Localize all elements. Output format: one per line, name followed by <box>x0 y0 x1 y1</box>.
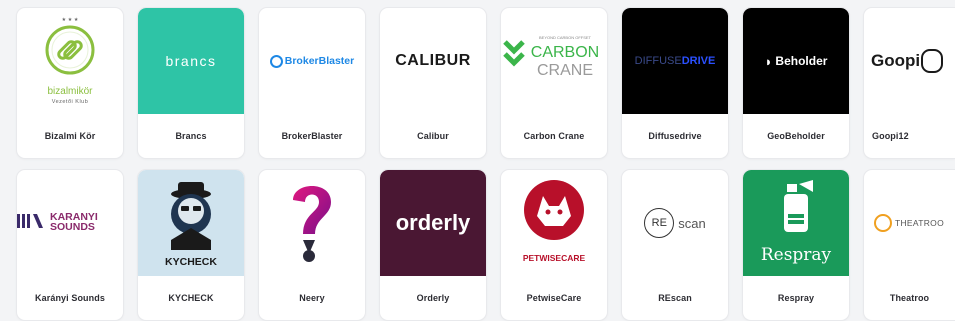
target-icon <box>269 54 283 68</box>
brokerblaster-logo-text: BrokerBlaster <box>284 55 355 67</box>
partner-name: Respray <box>777 293 815 303</box>
rescan-logo-text-a: RE <box>644 208 675 238</box>
diffusedrive-logo-text-a: DIFFUSE <box>634 55 682 67</box>
brancs-logo: brancs <box>138 8 244 114</box>
partner-name: Neery <box>299 293 325 303</box>
carbon-crane-text-bottom: CRANE <box>537 62 593 79</box>
partner-name: Bizalmi Kör <box>44 131 96 141</box>
partner-logo-grid: ★ ★ ★ bizalmikör Vezetői Klub Bizalmi Kö… <box>0 0 955 321</box>
carbon-crane-logo: BEYOND CARBON OFFSET CARBON CRANE <box>501 8 607 114</box>
partner-name: BrokerBlaster <box>281 131 343 141</box>
goopi12-logo-text: Goopi <box>871 51 921 70</box>
respray-logo: Respray <box>743 170 849 276</box>
partner-card-theatroo[interactable]: THEATROO Theatroo <box>864 170 955 320</box>
diffusedrive-logo: DIFFUSE DRIVE <box>622 8 728 114</box>
kycheck-logo-text: KYCHECK <box>165 256 217 268</box>
partner-card-goopi12[interactable]: Goopi Goopi12 <box>864 8 955 158</box>
partner-card-rescan[interactable]: RE scan REscan <box>622 170 728 320</box>
partner-card-diffusedrive[interactable]: DIFFUSE DRIVE Diffusedrive <box>622 8 728 158</box>
bizalmi-kor-logo: ★ ★ ★ bizalmikör Vezetői Klub <box>17 8 123 114</box>
bizalmi-kor-logo-subtext: Vezetői Klub <box>52 99 89 105</box>
partner-name: Calibur <box>417 131 449 141</box>
partner-name: Theatroo <box>889 293 930 303</box>
respray-logo-text: Respray <box>761 245 832 265</box>
partner-card-orderly[interactable]: orderly Orderly <box>380 170 486 320</box>
goopi12-logo: Goopi <box>864 8 955 114</box>
carbon-crane-text-top: CARBON <box>531 44 599 61</box>
rescan-logo-text-b: scan <box>678 215 706 231</box>
partner-card-calibur[interactable]: CALIBUR Calibur <box>380 8 486 158</box>
partner-card-brancs[interactable]: brancs Brancs <box>138 8 244 158</box>
calibur-logo: CALIBUR <box>380 8 486 114</box>
partner-card-respray[interactable]: Respray Respray <box>743 170 849 320</box>
carbon-crane-tagline: BEYOND CARBON OFFSET <box>539 35 592 40</box>
brokerblaster-logo: BrokerBlaster <box>259 8 365 114</box>
petwisecare-logo-text: PETWISECARE <box>523 253 586 263</box>
partner-name: Brancs <box>175 131 207 141</box>
rescan-logo: RE scan <box>622 170 728 276</box>
theatroo-logo-text: THEATROO <box>895 218 944 228</box>
partner-name: Orderly <box>416 293 450 303</box>
calibur-logo-text: CALIBUR <box>395 52 471 69</box>
brancs-logo-text: brancs <box>165 53 217 69</box>
theatroo-logo: THEATROO <box>864 170 955 276</box>
partner-card-bizalmi-kor[interactable]: ★ ★ ★ bizalmikör Vezetői Klub Bizalmi Kö… <box>17 8 123 158</box>
partner-card-karanyi-sounds[interactable]: KARANYI SOUNDS Karányi Sounds <box>17 170 123 320</box>
partner-name: Goopi12 <box>872 131 909 141</box>
orderly-logo: orderly <box>380 170 486 276</box>
bizalmi-kor-logo-text: bizalmikör <box>47 86 93 97</box>
partner-name: Carbon Crane <box>523 131 585 141</box>
partner-name: PetwiseCare <box>526 293 582 303</box>
diffusedrive-logo-text-b: DRIVE <box>681 55 716 67</box>
petwisecare-logo: PETWISECARE <box>501 170 607 276</box>
partner-name: Diffusedrive <box>648 131 702 141</box>
partner-card-brokerblaster[interactable]: BrokerBlaster BrokerBlaster <box>259 8 365 158</box>
orderly-logo-text: orderly <box>395 210 471 235</box>
question-mark-icon <box>293 186 331 262</box>
partner-name: Karányi Sounds <box>35 293 105 303</box>
partner-name: KYCHECK <box>168 293 214 303</box>
geobeholder-logo: ◗ Beholder <box>743 8 849 114</box>
partner-card-neery[interactable]: Neery <box>259 170 365 320</box>
karanyi-text-bottom: SOUNDS <box>50 221 95 233</box>
geobeholder-logo-text: Beholder <box>775 54 828 68</box>
neery-logo <box>259 170 365 276</box>
eye-icon: ◗ <box>764 53 773 69</box>
partner-card-petwisecare[interactable]: PETWISECARE PetwiseCare <box>501 170 607 320</box>
goopi12-mark-icon <box>921 49 944 73</box>
svg-text:★ ★ ★: ★ ★ ★ <box>62 17 79 23</box>
partner-name: GeoBeholder <box>767 131 825 141</box>
partner-card-geobeholder[interactable]: ◗ Beholder GeoBeholder <box>743 8 849 158</box>
partner-card-kycheck[interactable]: KYCHECK KYCHECK <box>138 170 244 320</box>
partner-name: REscan <box>658 293 692 303</box>
kycheck-logo: KYCHECK <box>138 170 244 276</box>
karanyi-sounds-logo: KARANYI SOUNDS <box>17 170 123 276</box>
theater-mask-icon <box>874 214 892 232</box>
partner-card-carbon-crane[interactable]: BEYOND CARBON OFFSET CARBON CRANE Carbon… <box>501 8 607 158</box>
